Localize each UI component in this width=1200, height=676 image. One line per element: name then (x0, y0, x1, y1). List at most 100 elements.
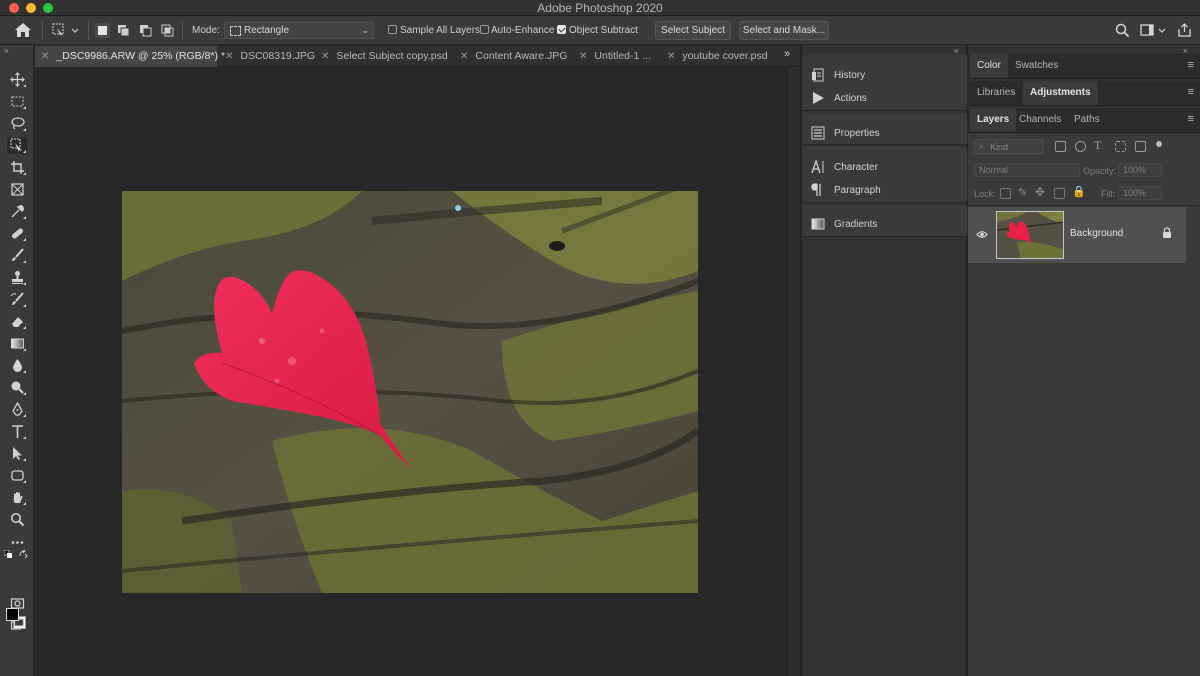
tool-preset-picker[interactable] (52, 23, 82, 38)
layer-name: Background (1070, 228, 1124, 239)
crop-tool[interactable] (7, 159, 27, 176)
gradient-tool[interactable] (7, 335, 27, 352)
new-selection-button[interactable] (95, 23, 110, 38)
tab-content-aware[interactable]: ✕ Content Aware.JPG (454, 46, 572, 67)
divider (182, 21, 183, 40)
document-image[interactable] (122, 191, 698, 593)
marquee-tool[interactable] (7, 93, 27, 110)
workspace-icon[interactable] (1140, 23, 1168, 38)
shape-tool[interactable] (7, 467, 27, 484)
tab-youtube-cover[interactable]: ✕ youtube cover.psd (661, 46, 773, 67)
layer-row-background[interactable]: Background (968, 207, 1186, 263)
zoom-tool[interactable] (7, 511, 27, 528)
rectangle-mode-icon (230, 26, 241, 36)
blur-tool[interactable] (7, 357, 27, 374)
pixel-filter-icon[interactable] (1055, 141, 1066, 152)
more-icon (11, 541, 23, 544)
libraries-adjustments-tabs: Libraries Adjustments ≡ (968, 81, 1200, 106)
eraser-tool[interactable] (7, 313, 27, 330)
collapse-toolbar-icon[interactable]: » (4, 46, 8, 55)
search-icon[interactable] (1115, 23, 1130, 38)
fill-field[interactable]: 100% (1118, 186, 1162, 200)
tab-channels[interactable]: Channels (1012, 108, 1068, 132)
frame-tool[interactable] (7, 181, 27, 198)
foreground-color-swatch[interactable] (6, 608, 19, 621)
panel-menu-icon[interactable]: ≡ (1188, 113, 1194, 125)
tab-color[interactable]: Color (970, 54, 1008, 78)
tab-paths[interactable]: Paths (1067, 108, 1107, 132)
options-bar: Mode: Rectangle ⌄ Sample All Layers Auto… (0, 16, 1200, 45)
close-tab-icon[interactable]: ✕ (667, 51, 675, 62)
lock-artboard-icon[interactable] (1054, 188, 1065, 199)
object-subtract-checkbox[interactable] (557, 25, 566, 34)
smart-object-filter-icon[interactable] (1135, 141, 1146, 152)
more-tabs-icon[interactable]: » (784, 48, 790, 60)
share-icon[interactable] (1177, 23, 1192, 38)
sample-all-layers-checkbox[interactable] (388, 25, 397, 34)
panel-menu-icon[interactable]: ≡ (1188, 59, 1194, 71)
hand-tool[interactable] (7, 489, 27, 506)
lock-position-icon[interactable]: ✥ (1035, 185, 1045, 199)
filter-toggle-icon[interactable] (1156, 141, 1162, 147)
gradients-panel-button[interactable]: Gradients (811, 216, 877, 232)
character-panel-button[interactable]: Character (811, 159, 878, 175)
default-colors-icon[interactable] (4, 550, 12, 558)
lasso-tool[interactable] (7, 115, 27, 132)
tab-label: youtube cover.psd (682, 50, 768, 62)
auto-enhance-checkbox[interactable] (480, 25, 489, 34)
eye-icon[interactable] (976, 230, 988, 239)
history-brush-tool[interactable] (7, 291, 27, 308)
path-selection-tool[interactable] (7, 445, 27, 462)
blend-mode-select[interactable]: Normal (974, 163, 1080, 177)
paragraph-panel-button[interactable]: Paragraph (811, 182, 881, 198)
swap-colors-icon[interactable] (19, 550, 28, 559)
eyedropper-tool[interactable] (7, 203, 27, 220)
close-tab-icon[interactable]: ✕ (225, 51, 233, 62)
type-tool[interactable] (7, 423, 27, 440)
tab-untitled-1[interactable]: ✕ Untitled-1 ... (573, 46, 661, 67)
adjustment-filter-icon[interactable] (1075, 141, 1086, 152)
dodge-tool[interactable] (7, 379, 27, 396)
close-tab-icon[interactable]: ✕ (460, 51, 468, 62)
intersect-selection-button[interactable] (160, 23, 175, 38)
mode-select[interactable]: Rectangle ⌄ (224, 22, 374, 39)
add-to-selection-button[interactable] (116, 23, 131, 38)
gradient-icon (811, 218, 825, 230)
select-subject-button[interactable]: Select Subject (655, 21, 731, 40)
tab-libraries[interactable]: Libraries (970, 81, 1022, 105)
lock-image-icon[interactable]: ✎ (1018, 186, 1027, 199)
tab-dsc9986[interactable]: ✕ _DSC9986.ARW @ 25% (RGB/8*) * (35, 46, 225, 67)
vertical-scrollbar[interactable] (787, 67, 800, 676)
lock-all-icon[interactable]: 🔒 (1072, 185, 1086, 198)
tab-select-subject-copy[interactable]: ✕ Select Subject copy.psd (315, 46, 455, 67)
select-and-mask-button[interactable]: Select and Mask... (739, 21, 829, 40)
close-tab-icon[interactable]: ✕ (579, 51, 587, 62)
play-icon (813, 92, 824, 104)
brush-tool[interactable] (7, 247, 27, 264)
actions-panel-button[interactable]: Actions (811, 90, 867, 106)
properties-panel-button[interactable]: Properties (811, 125, 880, 141)
tab-layers[interactable]: Layers (970, 108, 1017, 132)
tab-swatches[interactable]: Swatches (1008, 54, 1065, 78)
subtract-selection-button[interactable] (138, 23, 153, 38)
tab-dsc08319[interactable]: ✕ DSC08319.JPG (219, 46, 315, 67)
opacity-field[interactable]: 100% (1118, 163, 1162, 177)
move-tool[interactable] (7, 71, 27, 88)
lock-transparent-icon[interactable] (1000, 188, 1011, 199)
pen-tool[interactable] (7, 401, 27, 418)
home-icon[interactable] (14, 22, 32, 38)
type-filter-icon[interactable]: T (1094, 138, 1101, 153)
shape-filter-icon[interactable] (1115, 141, 1126, 152)
expand-panels-icon[interactable]: « (954, 46, 958, 55)
title-bar: Adobe Photoshop 2020 (0, 0, 1200, 16)
healing-brush-tool[interactable] (7, 225, 27, 242)
kind-filter-select[interactable]: ⌕ Kind (974, 139, 1044, 154)
close-tab-icon[interactable]: ✕ (321, 51, 329, 62)
object-selection-tool[interactable] (7, 137, 27, 154)
clone-stamp-tool[interactable] (7, 269, 27, 286)
edit-toolbar-button[interactable] (7, 534, 27, 551)
tab-adjustments[interactable]: Adjustments (1023, 81, 1098, 105)
close-tab-icon[interactable]: ✕ (41, 51, 49, 62)
panel-menu-icon[interactable]: ≡ (1188, 86, 1194, 98)
history-panel-button[interactable]: History (811, 67, 865, 83)
